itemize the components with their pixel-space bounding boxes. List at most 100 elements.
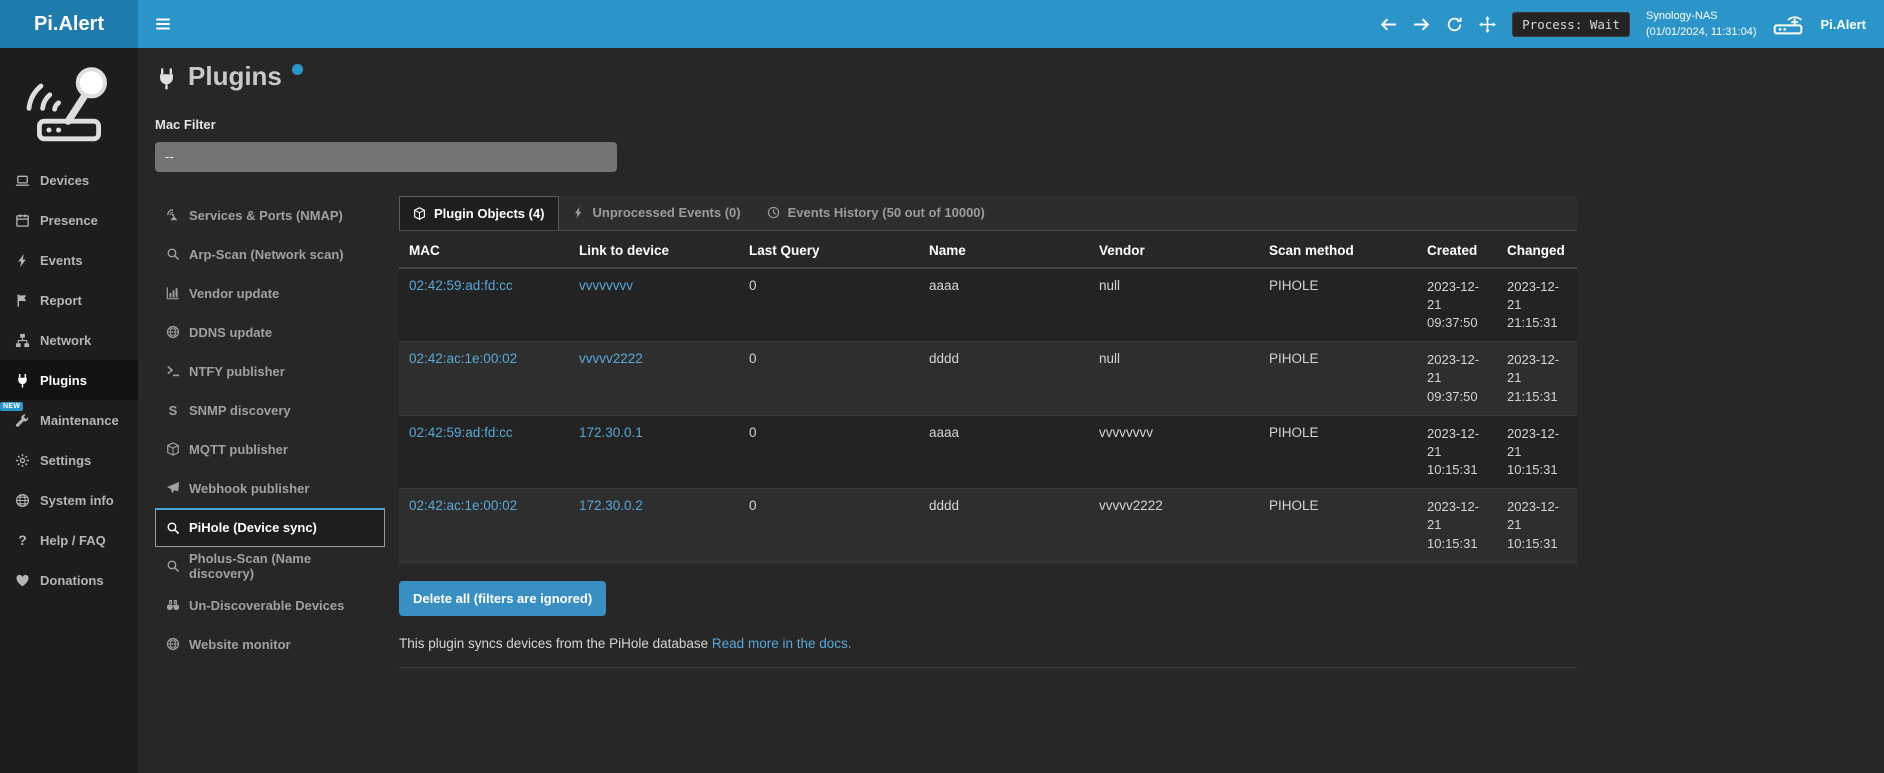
bolt-icon (15, 253, 30, 268)
plugin-nav-mqtt-publisher[interactable]: MQTT publisher (155, 430, 385, 469)
name-cell: aaaa (919, 268, 1089, 342)
device-link[interactable]: vvvvv2222 (579, 351, 643, 366)
table-row: 02:42:59:ad:fd:cc 172.30.0.1 0 aaaa vvvv… (399, 415, 1577, 489)
calendar-icon (15, 213, 30, 228)
flag-icon (15, 293, 30, 308)
created-cell: 2023-12-21 10:15:31 (1417, 489, 1497, 563)
delete-all-button[interactable]: Delete all (filters are ignored) (399, 581, 606, 616)
refresh-icon (1446, 16, 1463, 33)
globe-icon (166, 637, 180, 651)
sidebar-menu: Devices Presence Events Report Network P… (0, 160, 138, 600)
nav-back-button[interactable] (1380, 16, 1397, 33)
binoculars-icon (166, 598, 180, 612)
sidebar-item-maintenance[interactable]: NEW Maintenance (0, 400, 138, 440)
plugin-nav-label: Website monitor (189, 637, 291, 652)
tab-label: Events History (50 out of 10000) (788, 205, 985, 220)
device-link[interactable]: 172.30.0.1 (579, 425, 643, 440)
last-query-cell: 0 (739, 415, 919, 489)
scan-method-cell: PIHOLE (1259, 489, 1417, 563)
satellite-dish-icon (166, 208, 180, 222)
device-link[interactable]: 172.30.0.2 (579, 498, 643, 513)
plugin-nav-ntfy-publisher[interactable]: NTFY publisher (155, 352, 385, 391)
sidebar-item-label: Donations (40, 573, 104, 588)
plugin-nav-services-ports-nmap[interactable]: Services & Ports (NMAP) (155, 196, 385, 235)
table-header-row: MAC Link to device Last Query Name Vendo… (399, 233, 1577, 268)
sidebar-item-system-info[interactable]: System info (0, 480, 138, 520)
sidebar-item-presence[interactable]: Presence (0, 200, 138, 240)
tab-unprocessed-events[interactable]: Unprocessed Events (0) (559, 196, 754, 230)
mac-filter-input[interactable] (155, 142, 617, 172)
globe-icon (15, 493, 30, 508)
sidebar-item-network[interactable]: Network (0, 320, 138, 360)
host-timestamp: (01/01/2024, 11:31:04) (1646, 24, 1757, 41)
tab-bar: Plugin Objects (4) Unprocessed Events (0… (399, 196, 1577, 231)
paper-plane-icon (166, 481, 180, 495)
plugin-description-text: This plugin syncs devices from the PiHol… (399, 636, 708, 651)
search-icon (166, 247, 180, 261)
vendor-cell: null (1089, 268, 1259, 342)
tab-plugin-objects[interactable]: Plugin Objects (4) (399, 196, 559, 230)
plugin-nav-label: NTFY publisher (189, 364, 285, 379)
nav-forward-button[interactable] (1413, 16, 1430, 33)
plugin-nav-pihole-device-sync[interactable]: PiHole (Device sync) (155, 508, 385, 547)
plugin-nav-website-monitor[interactable]: Website monitor (155, 625, 385, 664)
last-query-cell: 0 (739, 489, 919, 563)
sidebar-item-label: System info (40, 493, 114, 508)
plugin-nav-vendor-update[interactable]: Vendor update (155, 274, 385, 313)
tab-label: Unprocessed Events (0) (593, 205, 741, 220)
mac-link[interactable]: 02:42:ac:1e:00:02 (409, 351, 517, 366)
plugin-nav-undiscoverable-devices[interactable]: Un-Discoverable Devices (155, 586, 385, 625)
plug-icon (155, 67, 178, 90)
brand-logo[interactable]: Pi.Alert (0, 0, 138, 48)
cube-icon (413, 207, 426, 220)
refresh-button[interactable] (1446, 16, 1463, 33)
globe-icon (166, 325, 180, 339)
mac-filter: Mac Filter (155, 117, 1884, 172)
sidebar-item-devices[interactable]: Devices (0, 160, 138, 200)
sidebar-item-label: Settings (40, 453, 91, 468)
mac-link[interactable]: 02:42:59:ad:fd:cc (409, 278, 513, 293)
docs-link[interactable]: Read more in the docs. (712, 636, 852, 651)
question-icon: ? (15, 532, 30, 548)
sidebar-item-label: Maintenance (40, 413, 119, 428)
sidebar-item-label: Events (40, 253, 83, 268)
arrow-left-icon (1380, 16, 1397, 33)
sidebar-item-report[interactable]: Report (0, 280, 138, 320)
plug-icon (15, 373, 30, 388)
device-link[interactable]: vvvvvvvv (579, 278, 633, 293)
docs-badge-icon[interactable] (292, 64, 303, 75)
sidebar-item-settings[interactable]: Settings (0, 440, 138, 480)
pialert-logo-art (0, 48, 138, 160)
chart-icon (166, 286, 180, 300)
plugin-nav-snmp-discovery[interactable]: SSNMP discovery (155, 391, 385, 430)
sidebar-item-plugins[interactable]: Plugins (0, 360, 138, 400)
sidebar-item-help-faq[interactable]: ?Help / FAQ (0, 520, 138, 560)
changed-cell: 2023-12-21 10:15:31 (1497, 489, 1577, 563)
plugin-nav-label: Pholus-Scan (Name discovery) (189, 551, 374, 581)
arrow-right-icon (1413, 16, 1430, 33)
mac-link[interactable]: 02:42:ac:1e:00:02 (409, 498, 517, 513)
page-title: Plugins (188, 62, 282, 91)
plugin-nav-arp-scan[interactable]: Arp-Scan (Network scan) (155, 235, 385, 274)
plugin-nav-ddns-update[interactable]: DDNS update (155, 313, 385, 352)
top-header: Pi.Alert Process: Wait Synology-NAS (01/… (0, 0, 1884, 48)
new-badge: NEW (0, 402, 23, 411)
sidebar-toggle-button[interactable] (138, 0, 188, 48)
vendor-cell: null (1089, 342, 1259, 416)
column-header-vendor: Vendor (1089, 233, 1259, 268)
changed-cell: 2023-12-21 21:15:31 (1497, 268, 1577, 342)
main-content: Plugins Mac Filter Services & Ports (NMA… (138, 48, 1884, 773)
table-row: 02:42:ac:1e:00:02 172.30.0.2 0 dddd vvvv… (399, 489, 1577, 563)
sidebar-item-donations[interactable]: Donations (0, 560, 138, 600)
tab-events-history[interactable]: Events History (50 out of 10000) (754, 196, 998, 230)
plugin-nav-pholus-scan[interactable]: Pholus-Scan (Name discovery) (155, 547, 385, 586)
sidebar-item-events[interactable]: Events (0, 240, 138, 280)
device-icon (1772, 13, 1804, 35)
plugin-pane: Plugin Objects (4) Unprocessed Events (0… (399, 196, 1577, 668)
plugin-nav-webhook-publisher[interactable]: Webhook publisher (155, 469, 385, 508)
header-toolbar: Process: Wait Synology-NAS (01/01/2024, … (1380, 8, 1884, 41)
move-button[interactable] (1479, 16, 1496, 33)
mac-link[interactable]: 02:42:59:ad:fd:cc (409, 425, 513, 440)
column-header-created: Created (1417, 233, 1497, 268)
host-info: Synology-NAS (01/01/2024, 11:31:04) (1646, 8, 1757, 41)
